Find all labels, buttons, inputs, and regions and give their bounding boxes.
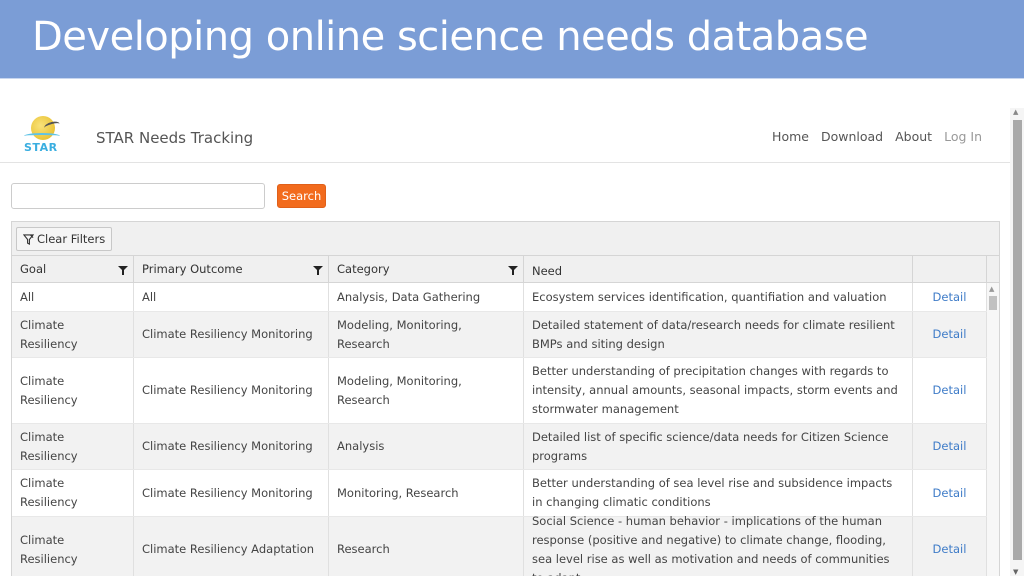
cell-outcome: All [134, 283, 329, 311]
cell-category: Modeling, Monitoring, Research [329, 358, 524, 423]
detail-link[interactable]: Detail [913, 424, 987, 469]
detail-link[interactable]: Detail [913, 283, 987, 311]
cell-goal: Climate Resiliency [12, 517, 134, 576]
filter-icon[interactable] [118, 265, 128, 275]
nav-home[interactable]: Home [772, 129, 809, 144]
app-screenshot: STAR STAR Needs Tracking Home Download A… [0, 100, 1010, 576]
cell-category: Monitoring, Research [329, 470, 524, 516]
table-row[interactable]: All All Analysis, Data Gathering Ecosyst… [12, 283, 987, 312]
cell-goal: Climate Resiliency [12, 470, 134, 516]
nav-about[interactable]: About [895, 129, 932, 144]
column-label: Need [532, 264, 563, 278]
column-header-primary-outcome[interactable]: Primary Outcome [134, 256, 329, 283]
cell-category: Analysis, Data Gathering [329, 283, 524, 311]
filter-icon[interactable] [508, 265, 518, 275]
table-row[interactable]: Climate Resiliency Climate Resiliency Mo… [12, 470, 987, 517]
table-row[interactable]: Climate Resiliency Climate Resiliency Mo… [12, 358, 987, 424]
search-input[interactable] [11, 183, 265, 209]
table-body: All All Analysis, Data Gathering Ecosyst… [12, 283, 987, 576]
grid-toolbar: Clear Filters [12, 222, 999, 256]
table-row[interactable]: Climate Resiliency Climate Resiliency Mo… [12, 424, 987, 470]
cell-outcome: Climate Resiliency Monitoring [134, 470, 329, 516]
column-header-goal[interactable]: Goal [12, 256, 134, 283]
cell-need: Better understanding of sea level rise a… [524, 470, 913, 516]
scroll-down-icon[interactable]: ▼ [1013, 568, 1018, 576]
scroll-up-icon[interactable]: ▲ [1013, 108, 1018, 116]
nav-links: Home Download About Log In [772, 129, 982, 144]
column-header-need[interactable]: Need [524, 256, 913, 283]
cell-outcome: Climate Resiliency Monitoring [134, 312, 329, 357]
cell-category: Research [329, 517, 524, 576]
cell-need: Detailed statement of data/research need… [524, 312, 913, 357]
cell-outcome: Climate Resiliency Adaptation [134, 517, 329, 576]
clear-filters-button[interactable]: Clear Filters [16, 227, 113, 251]
cell-category: Modeling, Monitoring, Research [329, 312, 524, 357]
table-row[interactable]: Climate Resiliency Climate Resiliency Mo… [12, 312, 987, 358]
needs-grid: Clear Filters Goal Primary Outcome Categ… [11, 221, 1000, 576]
clear-filters-label: Clear Filters [37, 232, 106, 246]
nav-login[interactable]: Log In [944, 129, 982, 144]
cell-goal: Climate Resiliency [12, 312, 134, 357]
column-header-scroll-spacer [987, 256, 999, 283]
cell-outcome: Climate Resiliency Monitoring [134, 358, 329, 423]
column-header-category[interactable]: Category [329, 256, 524, 283]
table-row[interactable]: Climate Resiliency Climate Resiliency Ad… [12, 514, 987, 576]
column-label: Primary Outcome [142, 262, 243, 276]
column-header-action [913, 256, 987, 283]
cell-need: Ecosystem services identification, quant… [524, 283, 913, 311]
star-logo[interactable]: STAR [22, 114, 64, 156]
slide-header: Developing online science needs database [0, 0, 1024, 79]
table-scrollbar[interactable]: ▲ [987, 283, 999, 576]
logo-text: STAR [24, 141, 58, 154]
wave-icon [24, 133, 60, 139]
column-label: Goal [20, 262, 47, 276]
scroll-thumb[interactable] [1013, 120, 1022, 560]
cell-outcome: Climate Resiliency Monitoring [134, 424, 329, 469]
cell-goal: All [12, 283, 134, 311]
cell-need: Social Science - human behavior - implic… [524, 514, 913, 576]
cell-goal: Climate Resiliency [12, 358, 134, 423]
clear-filter-icon [23, 233, 34, 245]
cell-need: Better understanding of precipitation ch… [524, 358, 913, 423]
nav-download[interactable]: Download [821, 129, 883, 144]
slide-title: Developing online science needs database [32, 14, 869, 60]
scroll-thumb[interactable] [989, 296, 997, 310]
navbar: STAR STAR Needs Tracking Home Download A… [0, 100, 1010, 163]
detail-link[interactable]: Detail [913, 358, 987, 423]
cell-category: Analysis [329, 424, 524, 469]
table-header: Goal Primary Outcome Category Need [12, 256, 999, 283]
cell-need: Detailed list of specific science/data n… [524, 424, 913, 469]
filter-icon[interactable] [313, 265, 323, 275]
brand-title[interactable]: STAR Needs Tracking [96, 129, 253, 147]
page-scrollbar[interactable]: ▲ ▼ [1010, 108, 1024, 576]
scroll-up-icon[interactable]: ▲ [989, 285, 994, 293]
detail-link[interactable]: Detail [913, 312, 987, 357]
detail-link[interactable]: Detail [913, 517, 987, 576]
search-button[interactable]: Search [277, 184, 326, 208]
detail-link[interactable]: Detail [913, 470, 987, 516]
cell-goal: Climate Resiliency [12, 424, 134, 469]
column-label: Category [337, 262, 390, 276]
